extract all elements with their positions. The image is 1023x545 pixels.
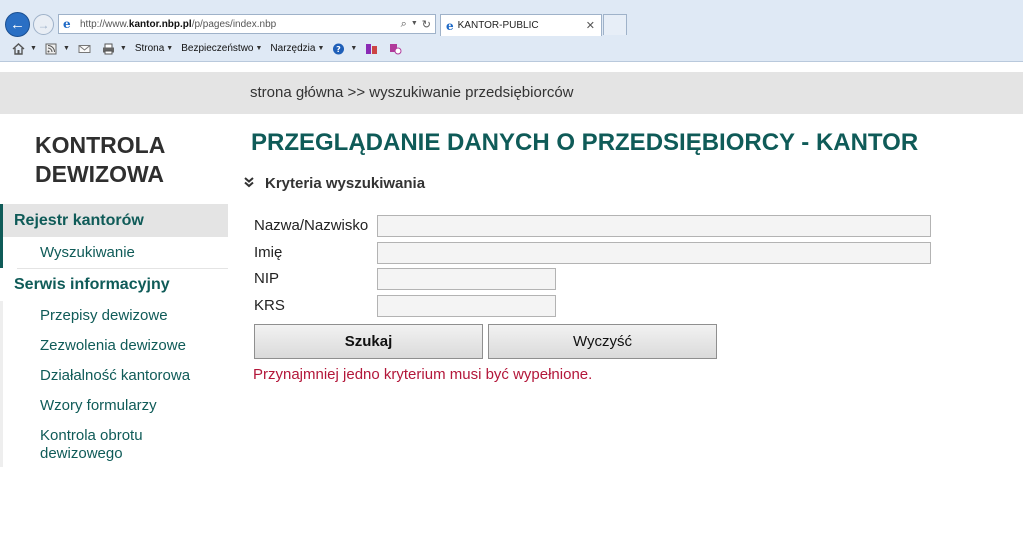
address-url[interactable]: http://www.kantor.nbp.pl/p/pages/index.n…: [80, 19, 401, 30]
tab-title: KANTOR-PUBLIC: [457, 20, 539, 31]
sidebar: Rejestr kantorów Wyszukiwanie Serwis inf…: [0, 204, 228, 467]
page-menu[interactable]: Strona ▼: [135, 43, 173, 54]
tools-menu[interactable]: Narzędzia ▼: [270, 43, 324, 54]
ie-logo-icon: e: [446, 18, 454, 33]
name-label: Nazwa/Nazwisko: [254, 217, 369, 234]
nip-label: NIP: [254, 270, 280, 287]
url-prefix: http://www.: [80, 18, 129, 30]
krs-input[interactable]: [377, 295, 556, 317]
chevron-down-icon: ▼: [255, 45, 263, 52]
rss-icon: [45, 43, 57, 54]
chevron-down-icon: ▼: [30, 45, 37, 52]
chevron-down-icon: ▼: [166, 45, 174, 52]
feeds-button[interactable]: ▼: [45, 43, 70, 55]
mail-icon: [78, 44, 91, 53]
name-input[interactable]: [377, 215, 931, 237]
search-icon[interactable]: ⌕: [401, 18, 407, 31]
first-name-input[interactable]: [377, 242, 931, 264]
site-title-line-1: KONTROLA: [35, 132, 166, 158]
krs-label: KRS: [254, 297, 285, 314]
search-criteria-toggle[interactable]: Kryteria wyszukiwania: [243, 175, 425, 192]
home-icon: [12, 42, 25, 55]
back-button[interactable]: ←: [5, 12, 30, 37]
sidebar-item-turnover-control-cont[interactable]: dewizowego: [3, 445, 228, 467]
search-button[interactable]: Szukaj: [254, 324, 483, 359]
sidebar-heading-registry[interactable]: Rejestr kantorów: [3, 204, 228, 237]
chevron-double-down-icon: [243, 176, 257, 191]
validation-error: Przynajmniej jedno kryterium musi być wy…: [253, 366, 593, 383]
url-domain: kantor.nbp.pl: [128, 18, 192, 30]
sidebar-item-permits[interactable]: Zezwolenia dewizowe: [3, 331, 228, 361]
print-button[interactable]: ▼: [102, 43, 127, 55]
new-tab-button[interactable]: [603, 14, 627, 35]
site-title-line-2: DEWIZOWA: [35, 161, 165, 187]
svg-text:?: ?: [337, 45, 342, 54]
back-arrow-icon: ←: [10, 16, 25, 33]
ie-logo-icon: e: [63, 16, 71, 31]
print-icon: [102, 43, 114, 54]
sidebar-item-search[interactable]: Wyszukiwanie: [3, 237, 228, 268]
forward-arrow-icon: →: [37, 17, 50, 32]
sidebar-heading-info[interactable]: Serwis informacyjny: [0, 269, 228, 301]
chevron-down-icon: ▼: [119, 45, 127, 52]
command-bar: ▼ ▼ ▼ Strona ▼ Bezpieczeństwo ▼ Narzędzia ▼…: [0, 37, 1023, 60]
security-menu-label: Bezpieczeństwo: [181, 43, 254, 54]
forward-button[interactable]: →: [33, 14, 54, 35]
page-menu-label: Strona: [134, 43, 165, 54]
url-path: /p/pages/index.nbp: [191, 18, 277, 30]
home-button[interactable]: ▼: [12, 42, 37, 55]
help-button[interactable]: ? ▼: [332, 43, 357, 55]
nip-input[interactable]: [377, 268, 556, 290]
mail-button[interactable]: [78, 43, 94, 55]
browser-tab[interactable]: e KANTOR-PUBLIC ✕: [440, 14, 602, 36]
translate-button[interactable]: [389, 43, 405, 55]
chevron-down-icon: ▼: [317, 45, 325, 52]
translate-icon: [390, 43, 402, 54]
chevron-down-icon: ▼: [350, 45, 358, 52]
page-title: PRZEGLĄDANIE DANYCH O PRZEDSIĘBIORCY - K…: [251, 129, 919, 156]
refresh-icon[interactable]: ↻: [422, 18, 431, 31]
sidebar-section-registry: Rejestr kantorów Wyszukiwanie: [0, 204, 228, 268]
first-name-label: Imię: [254, 244, 283, 261]
sidebar-section-info: Przepisy dewizowe Zezwolenia dewizowe Dz…: [0, 301, 228, 467]
breadcrumb-bar: strona główna >> wyszukiwanie przedsiębi…: [0, 72, 1023, 114]
sidebar-item-form-templates[interactable]: Wzory formularzy: [3, 391, 228, 421]
clear-button[interactable]: Wyczyść: [488, 324, 717, 359]
research-button[interactable]: [365, 43, 381, 55]
browser-chrome: ← → e http://www.kantor.nbp.pl/p/pages/i…: [0, 0, 1023, 62]
tools-menu-label: Narzędzia: [270, 43, 316, 54]
site-title: KONTROLA DEWIZOWA: [35, 131, 165, 189]
sidebar-item-turnover-control[interactable]: Kontrola obrotu: [3, 421, 228, 445]
help-icon: ?: [333, 43, 345, 54]
breadcrumb[interactable]: strona główna >> wyszukiwanie przedsiębi…: [250, 84, 574, 101]
chevron-down-icon: ▼: [62, 45, 70, 52]
security-menu[interactable]: Bezpieczeństwo ▼: [181, 43, 262, 54]
address-bar[interactable]: e http://www.kantor.nbp.pl/p/pages/index…: [58, 14, 436, 34]
dropdown-icon[interactable]: ▼: [411, 18, 418, 31]
sidebar-item-regulations[interactable]: Przepisy dewizowe: [3, 301, 228, 331]
search-criteria-label: Kryteria wyszukiwania: [265, 175, 426, 192]
research-icon: [366, 43, 378, 54]
close-icon[interactable]: ✕: [586, 19, 595, 32]
sidebar-item-exchange-activity[interactable]: Działalność kantorowa: [3, 361, 228, 391]
